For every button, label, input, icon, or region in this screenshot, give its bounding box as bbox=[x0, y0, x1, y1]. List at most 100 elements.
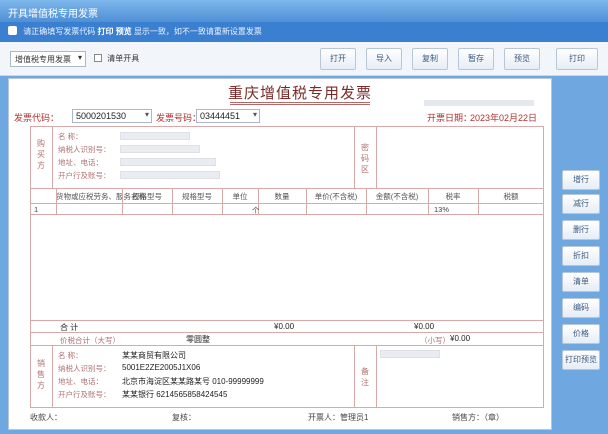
serial-placeholder bbox=[424, 100, 534, 106]
buyer-bottom-line bbox=[30, 188, 544, 189]
add-row-button[interactable]: 增行 bbox=[562, 170, 600, 190]
col-spec-2: 规格型号 bbox=[182, 192, 212, 201]
buyer-section-label: 购买方 bbox=[37, 139, 45, 170]
remarks-divider-left bbox=[354, 345, 355, 408]
list-button[interactable]: 清单 bbox=[562, 272, 600, 292]
buyer-taxid-input[interactable] bbox=[120, 145, 200, 153]
seller-divider bbox=[52, 345, 53, 408]
col-quantity: 数量 bbox=[274, 192, 290, 201]
seller-stamp-label: 销售方：（章） bbox=[452, 413, 504, 422]
item-row-tax-rate[interactable]: 13% bbox=[434, 205, 449, 214]
seller-section-label: 销售方 bbox=[37, 359, 45, 390]
grid-vline bbox=[56, 188, 57, 214]
title-underline-2 bbox=[230, 104, 370, 105]
checkbox-box[interactable] bbox=[94, 54, 102, 62]
totals-tax: ¥0.00 bbox=[414, 322, 435, 331]
totals-top-line bbox=[30, 320, 544, 321]
chevron-down-icon: ▾ bbox=[144, 110, 149, 119]
grid-header-line bbox=[30, 203, 544, 204]
col-unit: 单位 bbox=[232, 192, 248, 201]
item-row-unit-mark: 个 bbox=[252, 206, 260, 215]
grid-vline bbox=[122, 188, 123, 214]
notice-bar: 请正确填写发票代码 打印 预览 显示一致，如不一致请重新设置发票 bbox=[0, 22, 608, 42]
grid-vline bbox=[428, 188, 429, 214]
drawer-label: 开票人： bbox=[308, 413, 340, 422]
save-draft-button[interactable]: 暂存 bbox=[458, 48, 494, 70]
seller-top-line bbox=[30, 345, 544, 346]
grid-vline bbox=[366, 188, 367, 214]
seller-taxid-label: 纳税人识别号： bbox=[58, 364, 111, 373]
info-icon bbox=[8, 26, 17, 35]
seller-bank-label: 开户行及账号： bbox=[58, 390, 111, 399]
notice-highlight-print: 打印 bbox=[97, 27, 114, 36]
delete-row-button[interactable]: 删行 bbox=[562, 220, 600, 240]
buyer-bank-label: 开户行及账号： bbox=[58, 171, 111, 180]
copy-button[interactable]: 复制 bbox=[412, 48, 448, 70]
invoice-date-value: 2023年02月22日 bbox=[470, 113, 538, 123]
list-invoice-checkbox[interactable]: 清单开具 bbox=[94, 53, 139, 64]
open-button[interactable]: 打开 bbox=[320, 48, 356, 70]
discount-button[interactable]: 折扣 bbox=[562, 246, 600, 266]
invoice-code-value: 5000201530 bbox=[76, 111, 127, 121]
notice-text-b: 显示一致，如不一致请重新设置发票 bbox=[133, 27, 262, 36]
reduce-row-button[interactable]: 减行 bbox=[562, 194, 600, 214]
drawer-value: 管理员1 bbox=[340, 413, 369, 422]
buyer-taxid-label: 纳税人识别号： bbox=[58, 145, 111, 154]
seller-address-label: 地址、电话： bbox=[58, 377, 103, 386]
invoice-number-label: 发票号码： bbox=[156, 113, 202, 123]
totals-amount: ¥0.00 bbox=[274, 322, 295, 331]
grid-vline bbox=[172, 188, 173, 214]
password-divider-right bbox=[376, 126, 377, 188]
grid-vline bbox=[222, 188, 223, 214]
import-button[interactable]: 导入 bbox=[366, 48, 402, 70]
item-row-index: 1 bbox=[34, 205, 39, 214]
preview-button[interactable]: 预览 bbox=[504, 48, 540, 70]
invoice-number-value: 03444451 bbox=[200, 111, 241, 121]
seller-name-label: 名 称： bbox=[58, 351, 83, 360]
seller-bank-value: 某某银行 6214565858424545 bbox=[122, 390, 228, 399]
grid-vline bbox=[306, 188, 307, 214]
remarks-input[interactable] bbox=[380, 350, 440, 358]
notice-highlight-preview: 预览 bbox=[115, 27, 132, 36]
title-underline bbox=[230, 102, 370, 103]
password-section-label: 密码区 bbox=[361, 143, 369, 174]
buyer-address-input[interactable] bbox=[120, 158, 216, 166]
totals-bottom-line bbox=[30, 332, 544, 333]
invoice-type-value: 增值税专用发票 bbox=[15, 55, 71, 64]
password-divider-left bbox=[354, 126, 355, 188]
checkbox-label: 清单开具 bbox=[107, 54, 140, 63]
col-unit-price: 单价(不含税) bbox=[314, 192, 358, 201]
chevron-down-icon: ▾ bbox=[252, 110, 257, 119]
col-tax-amount: 税额 bbox=[503, 192, 519, 201]
buyer-bank-input[interactable] bbox=[120, 171, 220, 179]
print-button[interactable]: 打印 bbox=[556, 48, 598, 70]
code-button[interactable]: 编码 bbox=[562, 298, 600, 318]
col-amount: 金额(不含税) bbox=[375, 192, 419, 201]
col-tax-rate: 税率 bbox=[445, 192, 461, 201]
invoice-code-field[interactable]: 5000201530 ▾ bbox=[72, 109, 152, 123]
buyer-divider bbox=[52, 126, 53, 188]
invoice-code-label: 发票代码： bbox=[14, 113, 60, 123]
grid-vline bbox=[478, 188, 479, 214]
remarks-section-label: 备注 bbox=[361, 367, 369, 387]
buyer-address-label: 地址、电话： bbox=[58, 158, 103, 167]
seller-taxid-value: 5001E2ZE2005J1X06 bbox=[122, 363, 201, 372]
invoice-date-label: 开票日期： bbox=[427, 113, 473, 123]
invoice-type-select[interactable]: 增值税专用发票 ▾ bbox=[10, 51, 86, 67]
col-spec-1: 规格型号 bbox=[132, 192, 162, 201]
seller-address-value: 北京市海淀区某某路某号 010-99999999 bbox=[122, 377, 264, 386]
reviewer-label: 复核： bbox=[172, 413, 196, 422]
notice-text-a: 请正确填写发票代码 bbox=[23, 27, 96, 36]
window-title: 开具增值税专用发票 bbox=[0, 0, 608, 22]
print-preview-button[interactable]: 打印预览 bbox=[562, 350, 600, 370]
invoice-title: 重庆增值税专用发票 bbox=[227, 84, 372, 102]
invoice-number-field[interactable]: 03444451 ▾ bbox=[196, 109, 260, 123]
buyer-name-input[interactable] bbox=[120, 132, 190, 140]
remarks-divider-right bbox=[376, 345, 377, 408]
buyer-name-label: 名 称： bbox=[58, 132, 83, 141]
chevron-down-icon: ▾ bbox=[77, 53, 82, 62]
toolbar: 增值税专用发票 ▾ 清单开具 打开 导入 复制 暂存 预览 打印 bbox=[0, 42, 608, 76]
col-item-name: 货物或应税劳务、服务名称 bbox=[56, 192, 146, 201]
price-button[interactable]: 价格 bbox=[562, 324, 600, 344]
seller-name-value: 某某商贸有限公司 bbox=[122, 351, 186, 360]
